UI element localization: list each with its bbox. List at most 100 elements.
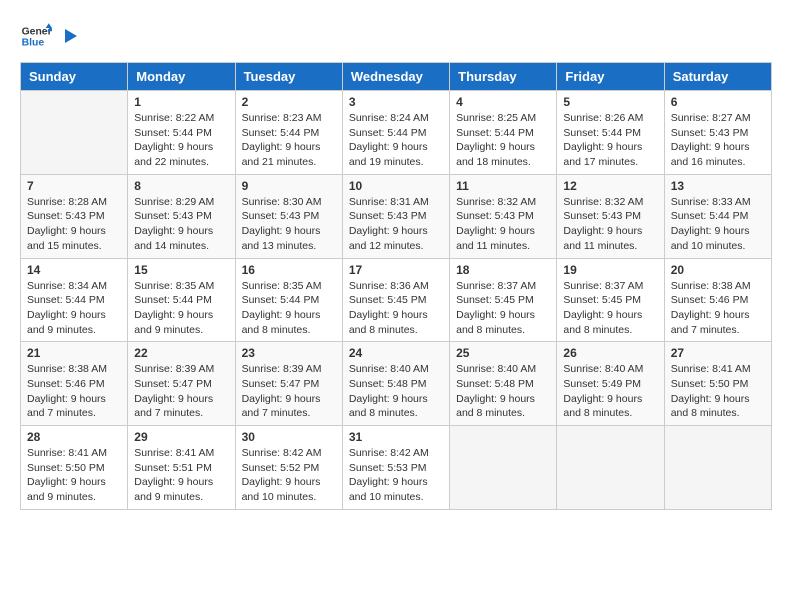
- calendar-cell: 1 Sunrise: 8:22 AM Sunset: 5:44 PM Daylig…: [128, 91, 235, 175]
- calendar-cell: 20Sunrise: 8:38 AM Sunset: 5:46 PM Dayli…: [664, 258, 771, 342]
- day-number: 2: [242, 95, 336, 109]
- calendar-cell: 4 Sunrise: 8:25 AM Sunset: 5:44 PM Daylig…: [450, 91, 557, 175]
- calendar-cell: 31 Sunrise: 8:42 AM Sunset: 5:53 PM Dayli…: [342, 426, 449, 510]
- calendar-cell: 3 Sunrise: 8:24 AM Sunset: 5:44 PM Daylig…: [342, 91, 449, 175]
- day-of-week-header: Friday: [557, 63, 664, 91]
- day-number: 18: [456, 263, 550, 277]
- day-number: 23: [242, 346, 336, 360]
- day-number: 21: [27, 346, 121, 360]
- day-number: 7: [27, 179, 121, 193]
- calendar-cell: 11Sunrise: 8:32 AM Sunset: 5:43 PM Dayli…: [450, 174, 557, 258]
- day-info: Sunrise: 8:40 AM Sunset: 5:49 PM Dayligh…: [563, 362, 657, 421]
- day-number: 28: [27, 430, 121, 444]
- day-number: 25: [456, 346, 550, 360]
- day-of-week-header: Monday: [128, 63, 235, 91]
- calendar-week-row: 21Sunrise: 8:38 AM Sunset: 5:46 PM Dayli…: [21, 342, 772, 426]
- day-info: Sunrise: 8:22 AM Sunset: 5:44 PM Dayligh…: [134, 111, 228, 170]
- calendar-cell: 7 Sunrise: 8:28 AM Sunset: 5:43 PM Daylig…: [21, 174, 128, 258]
- day-info: Sunrise: 8:35 AM Sunset: 5:44 PM Dayligh…: [134, 279, 228, 338]
- day-number: 20: [671, 263, 765, 277]
- calendar-cell: [557, 426, 664, 510]
- day-number: 22: [134, 346, 228, 360]
- calendar-cell: 16 Sunrise: 8:35 AM Sunset: 5:44 PM Dayli…: [235, 258, 342, 342]
- page-header: General Blue: [20, 20, 772, 52]
- day-number: 9: [242, 179, 336, 193]
- day-number: 26: [563, 346, 657, 360]
- day-number: 24: [349, 346, 443, 360]
- calendar-header-row: SundayMondayTuesdayWednesdayThursdayFrid…: [21, 63, 772, 91]
- calendar-cell: 18Sunrise: 8:37 AM Sunset: 5:45 PM Dayli…: [450, 258, 557, 342]
- day-number: 12: [563, 179, 657, 193]
- day-info: Sunrise: 8:37 AM Sunset: 5:45 PM Dayligh…: [563, 279, 657, 338]
- day-info: Sunrise: 8:42 AM Sunset: 5:53 PM Dayligh…: [349, 446, 443, 505]
- day-of-week-header: Sunday: [21, 63, 128, 91]
- calendar-cell: 17Sunrise: 8:36 AM Sunset: 5:45 PM Dayli…: [342, 258, 449, 342]
- calendar-cell: 15 Sunrise: 8:35 AM Sunset: 5:44 PM Dayli…: [128, 258, 235, 342]
- calendar-cell: 9 Sunrise: 8:30 AM Sunset: 5:43 PM Daylig…: [235, 174, 342, 258]
- day-number: 16: [242, 263, 336, 277]
- calendar-cell: 24 Sunrise: 8:40 AM Sunset: 5:48 PM Dayli…: [342, 342, 449, 426]
- svg-text:Blue: Blue: [22, 38, 45, 49]
- calendar-week-row: 14 Sunrise: 8:34 AM Sunset: 5:44 PM Dayli…: [21, 258, 772, 342]
- day-info: Sunrise: 8:40 AM Sunset: 5:48 PM Dayligh…: [349, 362, 443, 421]
- day-number: 1: [134, 95, 228, 109]
- calendar-cell: 27 Sunrise: 8:41 AM Sunset: 5:50 PM Dayli…: [664, 342, 771, 426]
- calendar-cell: [21, 91, 128, 175]
- day-number: 4: [456, 95, 550, 109]
- day-of-week-header: Saturday: [664, 63, 771, 91]
- day-of-week-header: Tuesday: [235, 63, 342, 91]
- calendar-week-row: 28 Sunrise: 8:41 AM Sunset: 5:50 PM Dayli…: [21, 426, 772, 510]
- calendar-cell: 28 Sunrise: 8:41 AM Sunset: 5:50 PM Dayli…: [21, 426, 128, 510]
- day-number: 30: [242, 430, 336, 444]
- day-info: Sunrise: 8:41 AM Sunset: 5:50 PM Dayligh…: [671, 362, 765, 421]
- day-number: 6: [671, 95, 765, 109]
- calendar-cell: 23 Sunrise: 8:39 AM Sunset: 5:47 PM Dayli…: [235, 342, 342, 426]
- calendar-cell: 21Sunrise: 8:38 AM Sunset: 5:46 PM Dayli…: [21, 342, 128, 426]
- calendar-cell: [450, 426, 557, 510]
- day-number: 8: [134, 179, 228, 193]
- day-number: 13: [671, 179, 765, 193]
- calendar-cell: 30 Sunrise: 8:42 AM Sunset: 5:52 PM Dayli…: [235, 426, 342, 510]
- calendar-cell: 14 Sunrise: 8:34 AM Sunset: 5:44 PM Dayli…: [21, 258, 128, 342]
- day-number: 10: [349, 179, 443, 193]
- calendar-cell: 8Sunrise: 8:29 AM Sunset: 5:43 PM Daylig…: [128, 174, 235, 258]
- day-info: Sunrise: 8:26 AM Sunset: 5:44 PM Dayligh…: [563, 111, 657, 170]
- day-info: Sunrise: 8:35 AM Sunset: 5:44 PM Dayligh…: [242, 279, 336, 338]
- day-info: Sunrise: 8:27 AM Sunset: 5:43 PM Dayligh…: [671, 111, 765, 170]
- day-number: 14: [27, 263, 121, 277]
- calendar-cell: 25 Sunrise: 8:40 AM Sunset: 5:48 PM Dayli…: [450, 342, 557, 426]
- calendar-cell: 2Sunrise: 8:23 AM Sunset: 5:44 PM Daylig…: [235, 91, 342, 175]
- day-info: Sunrise: 8:30 AM Sunset: 5:43 PM Dayligh…: [242, 195, 336, 254]
- day-number: 17: [349, 263, 443, 277]
- day-info: Sunrise: 8:34 AM Sunset: 5:44 PM Dayligh…: [27, 279, 121, 338]
- day-info: Sunrise: 8:24 AM Sunset: 5:44 PM Dayligh…: [349, 111, 443, 170]
- svg-text:General: General: [22, 26, 52, 37]
- day-number: 27: [671, 346, 765, 360]
- day-number: 19: [563, 263, 657, 277]
- calendar-cell: 5Sunrise: 8:26 AM Sunset: 5:44 PM Daylig…: [557, 91, 664, 175]
- day-info: Sunrise: 8:41 AM Sunset: 5:50 PM Dayligh…: [27, 446, 121, 505]
- day-number: 29: [134, 430, 228, 444]
- day-info: Sunrise: 8:39 AM Sunset: 5:47 PM Dayligh…: [134, 362, 228, 421]
- calendar-cell: 29 Sunrise: 8:41 AM Sunset: 5:51 PM Dayli…: [128, 426, 235, 510]
- day-number: 15: [134, 263, 228, 277]
- day-info: Sunrise: 8:40 AM Sunset: 5:48 PM Dayligh…: [456, 362, 550, 421]
- calendar-week-row: 7 Sunrise: 8:28 AM Sunset: 5:43 PM Daylig…: [21, 174, 772, 258]
- calendar-table: SundayMondayTuesdayWednesdayThursdayFrid…: [20, 62, 772, 510]
- day-number: 3: [349, 95, 443, 109]
- day-number: 31: [349, 430, 443, 444]
- calendar-cell: 13Sunrise: 8:33 AM Sunset: 5:44 PM Dayli…: [664, 174, 771, 258]
- logo: General Blue: [20, 20, 80, 52]
- day-info: Sunrise: 8:42 AM Sunset: 5:52 PM Dayligh…: [242, 446, 336, 505]
- day-info: Sunrise: 8:25 AM Sunset: 5:44 PM Dayligh…: [456, 111, 550, 170]
- day-info: Sunrise: 8:41 AM Sunset: 5:51 PM Dayligh…: [134, 446, 228, 505]
- calendar-cell: [664, 426, 771, 510]
- calendar-cell: 12 Sunrise: 8:32 AM Sunset: 5:43 PM Dayli…: [557, 174, 664, 258]
- day-info: Sunrise: 8:39 AM Sunset: 5:47 PM Dayligh…: [242, 362, 336, 421]
- calendar-week-row: 1 Sunrise: 8:22 AM Sunset: 5:44 PM Daylig…: [21, 91, 772, 175]
- calendar-cell: 6 Sunrise: 8:27 AM Sunset: 5:43 PM Daylig…: [664, 91, 771, 175]
- day-info: Sunrise: 8:28 AM Sunset: 5:43 PM Dayligh…: [27, 195, 121, 254]
- day-info: Sunrise: 8:32 AM Sunset: 5:43 PM Dayligh…: [563, 195, 657, 254]
- day-info: Sunrise: 8:31 AM Sunset: 5:43 PM Dayligh…: [349, 195, 443, 254]
- calendar-cell: 19 Sunrise: 8:37 AM Sunset: 5:45 PM Dayli…: [557, 258, 664, 342]
